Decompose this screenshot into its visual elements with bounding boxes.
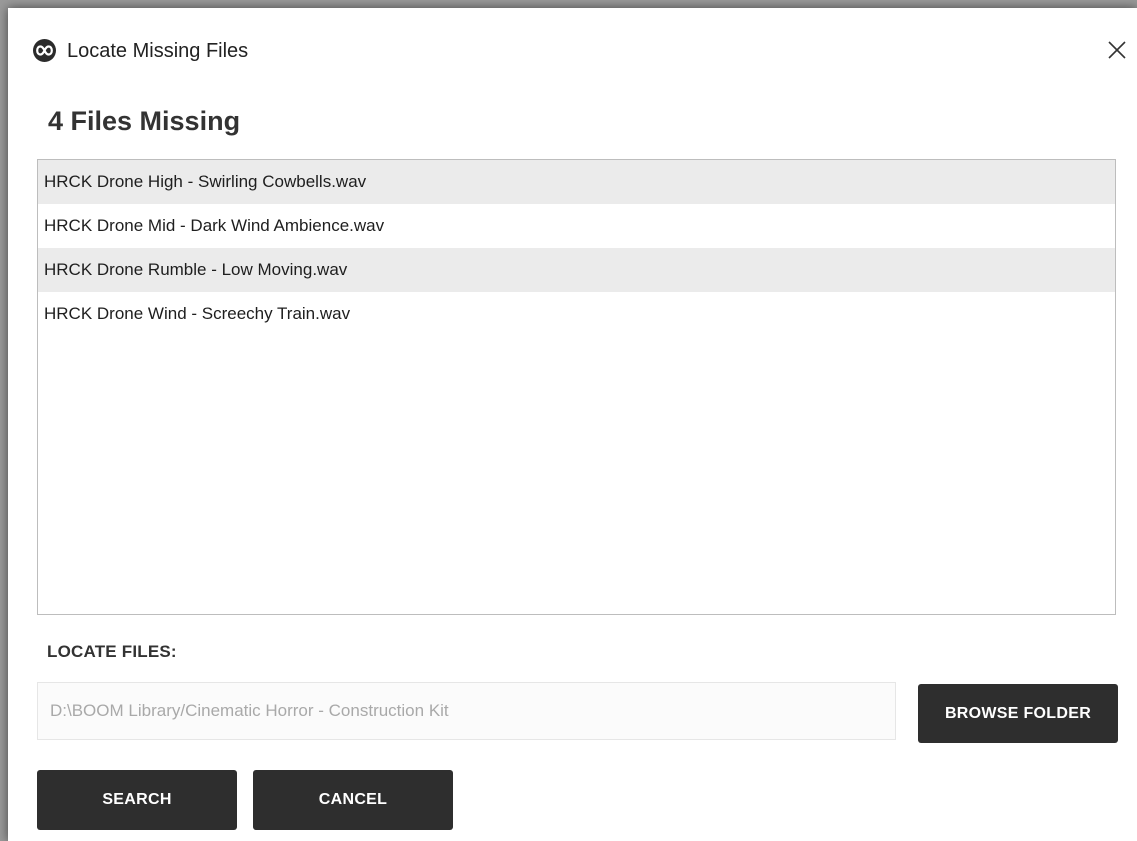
locate-missing-files-dialog: Locate Missing Files 4 Files Missing HRC…	[8, 8, 1137, 841]
list-item[interactable]: HRCK Drone Rumble - Low Moving.wav	[38, 248, 1115, 292]
window-title: Locate Missing Files	[67, 40, 249, 62]
folder-path-input[interactable]	[37, 682, 896, 740]
missing-files-heading: 4 Files Missing	[48, 106, 241, 136]
search-button[interactable]: SEARCH	[37, 770, 237, 830]
close-button[interactable]	[1097, 32, 1137, 68]
locate-files-label: LOCATE FILES:	[47, 642, 177, 661]
list-item[interactable]: HRCK Drone High - Swirling Cowbells.wav	[38, 160, 1115, 204]
missing-files-list[interactable]: HRCK Drone High - Swirling Cowbells.wav …	[37, 159, 1116, 615]
title-bar: Locate Missing Files	[8, 8, 1137, 62]
browse-folder-button[interactable]: BROWSE FOLDER	[918, 684, 1118, 743]
cancel-button[interactable]: CANCEL	[253, 770, 453, 830]
list-item[interactable]: HRCK Drone Mid - Dark Wind Ambience.wav	[38, 204, 1115, 248]
infinity-logo-icon	[33, 39, 56, 62]
close-icon	[1108, 41, 1126, 59]
list-item[interactable]: HRCK Drone Wind - Screechy Train.wav	[38, 292, 1115, 336]
